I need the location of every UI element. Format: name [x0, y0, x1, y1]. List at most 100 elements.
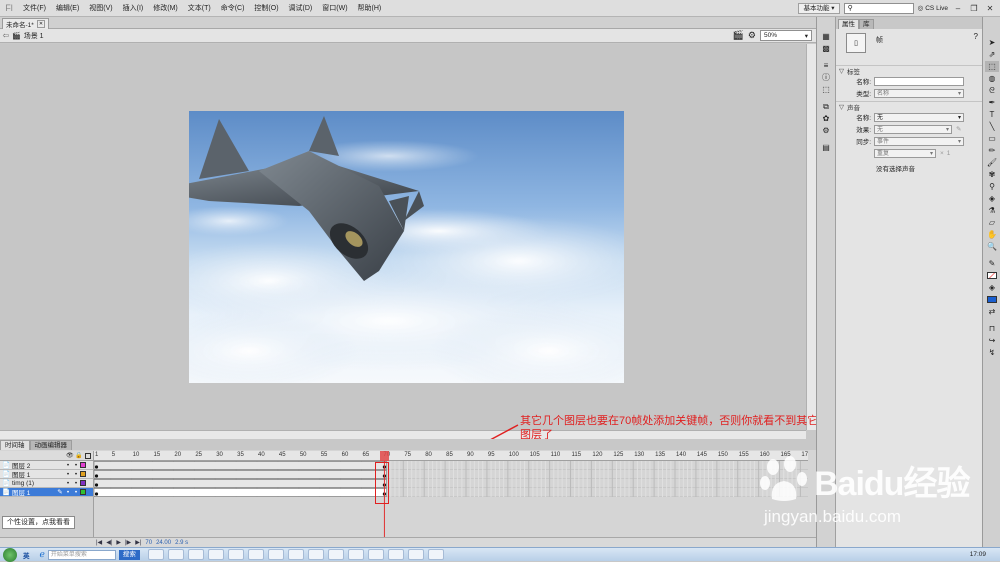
- layer-color-swatch[interactable]: [80, 480, 86, 486]
- search-button[interactable]: 搜索: [118, 549, 140, 560]
- menu-help[interactable]: 帮助(H): [353, 0, 387, 17]
- last-frame-icon[interactable]: ▶|: [135, 539, 141, 546]
- swap-colors-icon[interactable]: ⇄: [985, 306, 999, 317]
- taskbar-app-icon[interactable]: [307, 549, 324, 560]
- edit-symbol-icon[interactable]: ⚙: [748, 30, 756, 41]
- first-frame-icon[interactable]: |◀: [96, 539, 102, 546]
- document-tab[interactable]: 未命名-1* ✕: [2, 18, 50, 29]
- menu-window[interactable]: 窗口(W): [317, 0, 352, 17]
- label-name-input[interactable]: [874, 76, 964, 86]
- deco-tool-icon[interactable]: ✾: [985, 169, 999, 180]
- menu-commands[interactable]: 命令(C): [216, 0, 250, 17]
- taskbar-app-icon[interactable]: [427, 549, 444, 560]
- lock-icon[interactable]: 🔒: [75, 452, 82, 459]
- motion-presets-icon[interactable]: ✿: [819, 113, 833, 124]
- frame-ruler[interactable]: 1510152025303540455055606570758085909510…: [94, 451, 808, 461]
- stroke-swatch[interactable]: [985, 270, 999, 281]
- stroke-color-icon[interactable]: ✎: [985, 258, 999, 269]
- section-label[interactable]: ▽ 标签: [836, 65, 982, 76]
- fill-color-icon[interactable]: ◈: [985, 282, 999, 293]
- swatches-icon[interactable]: ▩: [819, 43, 833, 54]
- play-icon[interactable]: ▶: [116, 539, 121, 546]
- start-search-input[interactable]: 开始菜单搜索: [47, 549, 116, 560]
- sound-name-select[interactable]: 无 ▾: [874, 112, 964, 122]
- transform-icon[interactable]: ⬚: [819, 84, 833, 95]
- label-type-select[interactable]: 名称 ▾: [874, 88, 964, 98]
- edit-envelope-icon[interactable]: ✎: [956, 125, 961, 133]
- layer-row-selected[interactable]: 📄 图层 1 ✎ • •: [0, 488, 94, 497]
- 3d-rotation-tool-icon[interactable]: ◍: [985, 73, 999, 84]
- free-transform-tool-icon[interactable]: ⬚: [985, 61, 999, 72]
- close-tab-icon[interactable]: ✕: [36, 20, 46, 28]
- menu-modify[interactable]: 修改(M): [148, 0, 183, 17]
- repeat-select[interactable]: 重复 ▾: [874, 148, 936, 158]
- snap-icon[interactable]: ⊓: [985, 323, 999, 334]
- menu-insert[interactable]: 插入(I): [118, 0, 149, 17]
- smooth-icon[interactable]: ↪: [985, 335, 999, 346]
- taskbar-app-icon[interactable]: [407, 549, 424, 560]
- taskbar-app-icon[interactable]: [247, 549, 264, 560]
- info-icon[interactable]: ⓘ: [819, 72, 833, 83]
- zoom-dropdown[interactable]: 50% ▾: [760, 30, 812, 41]
- close-icon[interactable]: ✕: [984, 3, 996, 14]
- edit-scene-icon[interactable]: 🎬: [733, 30, 744, 41]
- hand-tool-icon[interactable]: ✋: [985, 229, 999, 240]
- output-icon[interactable]: ▤: [819, 142, 833, 153]
- menu-text[interactable]: 文本(T): [183, 0, 216, 17]
- taskbar-app-icon[interactable]: [347, 549, 364, 560]
- taskbar-app-icon[interactable]: [267, 549, 284, 560]
- workspace-dropdown[interactable]: 基本功能 ▾: [798, 2, 840, 14]
- layer-color-swatch[interactable]: [80, 462, 86, 468]
- color-panel-icon[interactable]: ▦: [819, 31, 833, 42]
- components-icon[interactable]: ⧉: [819, 101, 833, 112]
- menu-view[interactable]: 视图(V): [84, 0, 117, 17]
- zoom-tool-icon[interactable]: 🔍: [985, 241, 999, 252]
- menu-edit[interactable]: 编辑(E): [51, 0, 84, 17]
- taskbar-app-icon[interactable]: [167, 549, 184, 560]
- stage-image[interactable]: [189, 111, 624, 383]
- back-arrow-icon[interactable]: ⇦: [0, 31, 12, 40]
- taskbar-app-icon[interactable]: [367, 549, 384, 560]
- step-forward-icon[interactable]: |▶: [125, 539, 131, 546]
- taskbar-app-icon[interactable]: [147, 549, 164, 560]
- current-frame-readout[interactable]: 70: [145, 540, 152, 546]
- fill-swatch[interactable]: [985, 294, 999, 305]
- line-tool-icon[interactable]: ╲: [985, 121, 999, 132]
- eye-icon[interactable]: 👁: [66, 452, 74, 459]
- tab-timeline[interactable]: 时间轴: [0, 440, 30, 450]
- rectangle-tool-icon[interactable]: ▭: [985, 133, 999, 144]
- lasso-tool-icon[interactable]: ᘓ: [985, 85, 999, 96]
- subselection-tool-icon[interactable]: ⇗: [985, 49, 999, 60]
- taskbar-app-icon[interactable]: [187, 549, 204, 560]
- menu-file[interactable]: 文件(F): [18, 0, 51, 17]
- taskbar-app-icon[interactable]: [387, 549, 404, 560]
- layer-color-swatch[interactable]: [80, 471, 86, 477]
- fps-readout[interactable]: 24.00: [156, 540, 171, 546]
- outline-icon[interactable]: [85, 453, 91, 459]
- paint-bucket-tool-icon[interactable]: ◈: [985, 193, 999, 204]
- straighten-icon[interactable]: ↯: [985, 347, 999, 358]
- ie-icon[interactable]: ℯ: [40, 549, 45, 560]
- playhead[interactable]: [380, 451, 390, 461]
- layer-color-swatch[interactable]: [80, 489, 86, 495]
- menu-control[interactable]: 控制(O): [249, 0, 283, 17]
- start-button[interactable]: [3, 547, 17, 562]
- step-back-icon[interactable]: ◀|: [106, 539, 112, 546]
- personalize-tooltip[interactable]: 个性设置，点我看看: [2, 516, 75, 529]
- sync-select[interactable]: 事件 ▾: [874, 136, 964, 146]
- clock[interactable]: 17:09: [970, 551, 986, 558]
- minimize-icon[interactable]: –: [952, 3, 964, 14]
- restore-icon[interactable]: ❐: [968, 3, 980, 14]
- taskbar-app-icon[interactable]: [327, 549, 344, 560]
- tab-properties[interactable]: 属性: [838, 19, 859, 29]
- menu-debug[interactable]: 调试(D): [284, 0, 318, 17]
- text-tool-icon[interactable]: T: [985, 109, 999, 120]
- selection-tool-icon[interactable]: ➤: [985, 37, 999, 48]
- code-snippets-icon[interactable]: ⚙: [819, 125, 833, 136]
- bone-tool-icon[interactable]: ⚲: [985, 181, 999, 192]
- help-icon[interactable]: ?: [974, 32, 978, 41]
- tab-library[interactable]: 库: [859, 19, 874, 29]
- taskbar-app-icon[interactable]: [207, 549, 224, 560]
- align-icon[interactable]: ≡: [819, 60, 833, 71]
- pencil-tool-icon[interactable]: ✏: [985, 145, 999, 156]
